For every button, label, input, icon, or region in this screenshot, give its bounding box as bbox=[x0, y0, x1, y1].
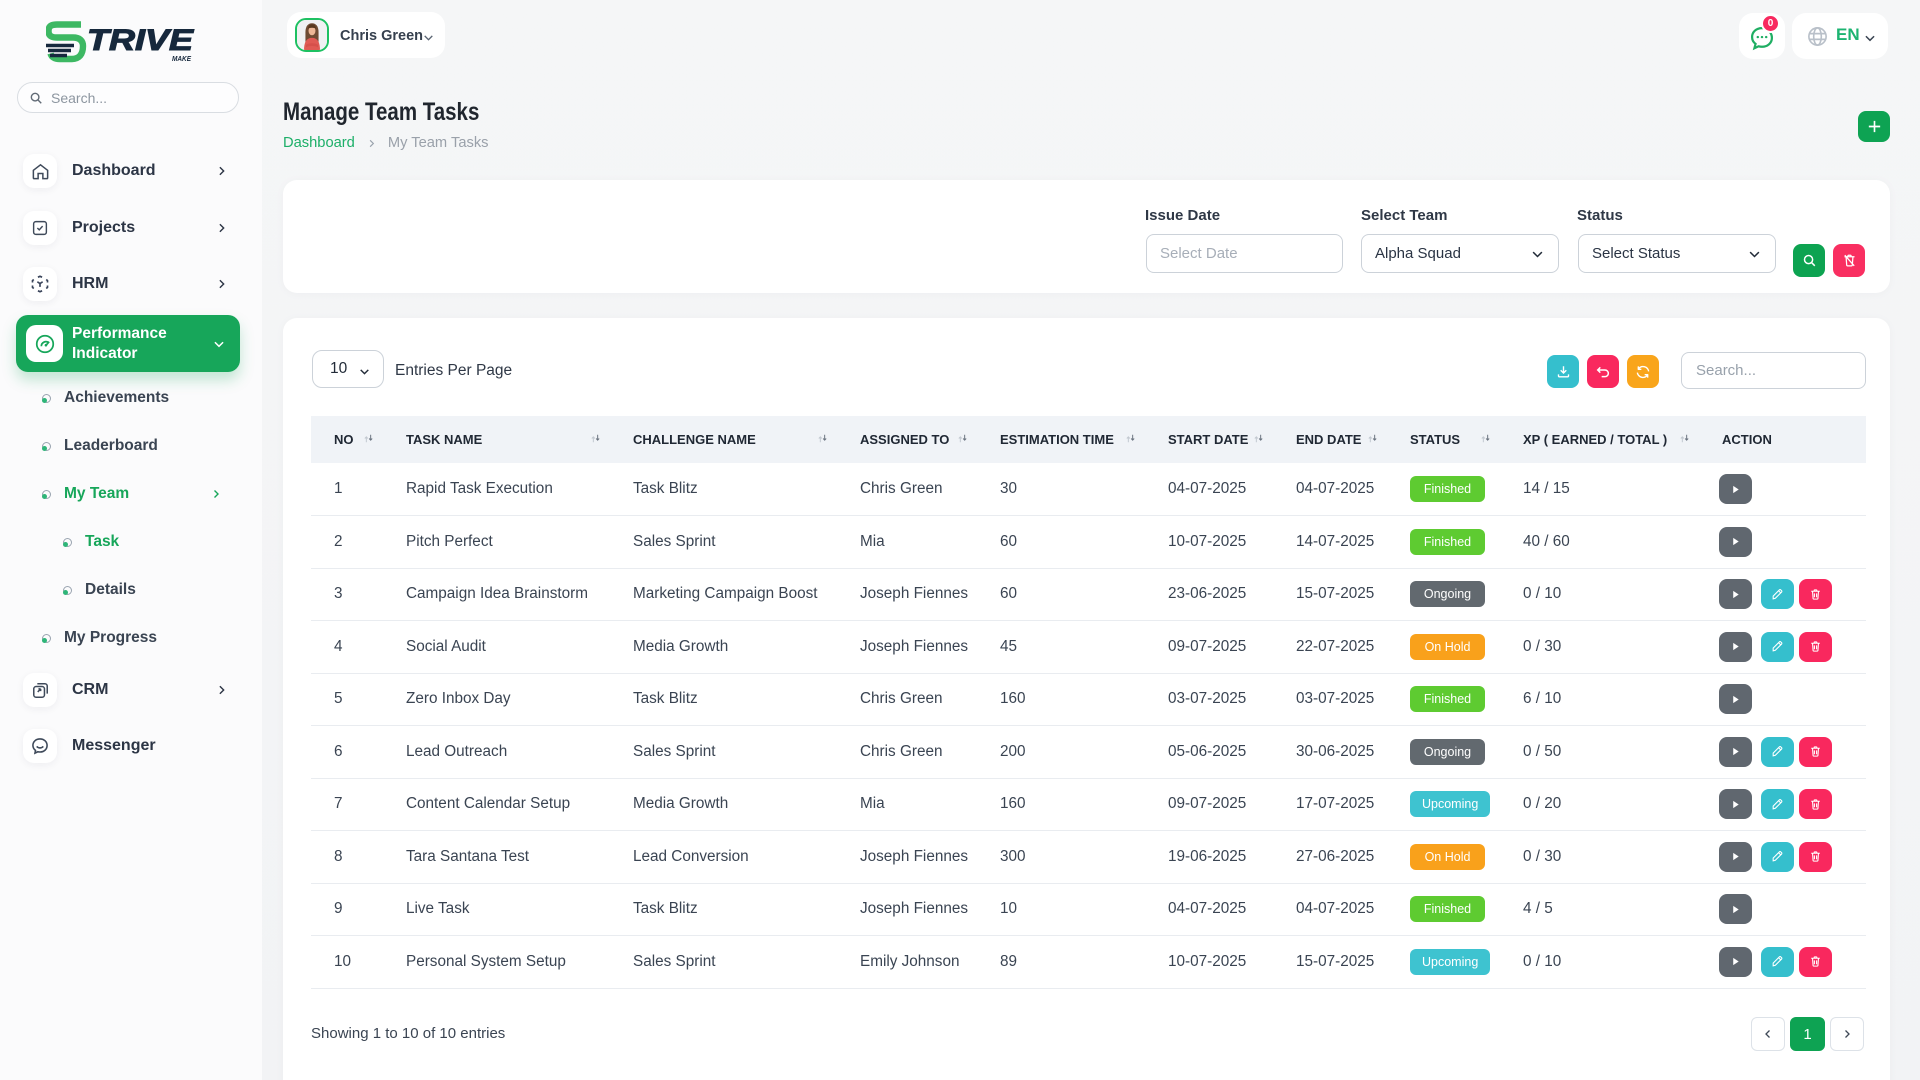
svg-text:TRIVE: TRIVE bbox=[87, 24, 194, 57]
svg-text:MAKE: MAKE bbox=[172, 54, 192, 63]
